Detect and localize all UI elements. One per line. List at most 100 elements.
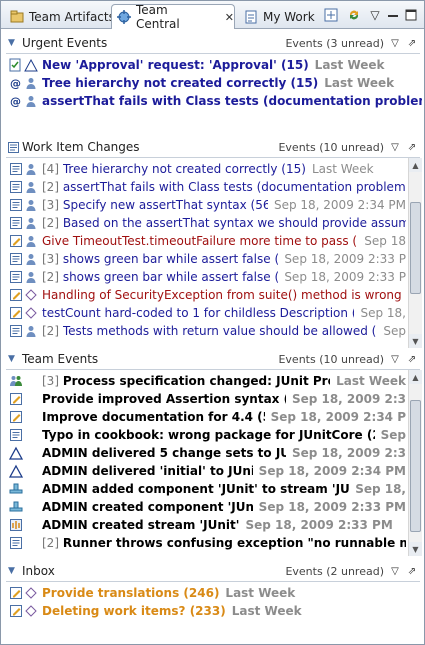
list-item[interactable]: testCount hard-coded to 1 for childless … bbox=[8, 304, 406, 322]
section-title: Work Item Changes bbox=[22, 140, 140, 154]
event-text: Provide translations (246) bbox=[42, 586, 220, 600]
list-item[interactable]: Give TimeoutTest.timeoutFailure more tim… bbox=[8, 232, 406, 250]
work-item-icon bbox=[8, 536, 23, 551]
event-time: Sep bbox=[383, 324, 406, 338]
scroll-down-arrow[interactable]: ▼ bbox=[409, 542, 422, 556]
stream-icon bbox=[8, 518, 23, 533]
list-item[interactable]: ADMIN delivered 5 change sets to JUnit S… bbox=[8, 444, 406, 462]
section-maximize-icon[interactable]: ⇗ bbox=[406, 566, 418, 577]
list-item[interactable]: Provide improved Assertion syntax (60) S… bbox=[8, 390, 406, 408]
event-time: Sep bbox=[380, 428, 406, 442]
section-header[interactable]: Work Item Changes Events (10 unread) ▽ ⇗ bbox=[4, 137, 422, 157]
refresh-icon[interactable] bbox=[346, 7, 362, 23]
event-text: shows green bar while assert false (42) bbox=[62, 270, 279, 284]
vertical-scrollbar[interactable]: ▲ ▼ bbox=[408, 370, 422, 556]
event-time: Sep 18, 2009 2:33 P bbox=[284, 252, 406, 266]
vertical-scrollbar[interactable]: ▲ ▼ bbox=[408, 158, 422, 348]
list-item[interactable]: [4] Tree hierarchy not created correctly… bbox=[8, 160, 406, 178]
section-menu-icon[interactable]: ▽ bbox=[389, 566, 401, 577]
list-item[interactable]: ADMIN created component 'JUnit' Sep 18, … bbox=[8, 498, 406, 516]
collapse-arrow-icon[interactable]: ▼ bbox=[8, 38, 20, 48]
maximize-icon[interactable] bbox=[403, 7, 419, 23]
list-item[interactable]: Handling of SecurityException from suite… bbox=[8, 286, 406, 304]
unread-count: Events (2 unread) bbox=[285, 564, 384, 578]
diamond-icon bbox=[23, 586, 38, 601]
change-count: [3] bbox=[42, 198, 59, 212]
event-time: Sep 18, 2009 2:34 PM bbox=[258, 464, 406, 478]
section-maximize-icon[interactable]: ⇗ bbox=[406, 38, 418, 49]
scroll-thumb[interactable] bbox=[410, 202, 421, 294]
event-text: Based on the assertThat syntax we should… bbox=[62, 216, 406, 230]
list-item[interactable]: [2] Runner throws confusing exception "n… bbox=[8, 534, 406, 552]
section-maximize-icon[interactable]: ⇗ bbox=[406, 142, 418, 153]
section-header[interactable]: ▼ Team Events Events (10 unread) ▽ ⇗ bbox=[4, 349, 422, 369]
scroll-down-arrow[interactable]: ▼ bbox=[409, 334, 422, 348]
minimize-icon[interactable] bbox=[385, 7, 401, 23]
add-section-icon[interactable] bbox=[323, 7, 339, 23]
list-item[interactable]: Improve documentation for 4.4 (55) Sep 1… bbox=[8, 408, 406, 426]
work-item-changes-section: Work Item Changes Events (10 unread) ▽ ⇗… bbox=[4, 137, 422, 348]
work-item-icon bbox=[8, 428, 23, 443]
scroll-thumb[interactable] bbox=[410, 400, 421, 532]
work-item-icon bbox=[8, 270, 23, 285]
component-icon bbox=[8, 482, 23, 497]
list-item[interactable]: @ assertThat fails with Class tests (doc… bbox=[8, 92, 423, 110]
event-time: Sep 18, 2009 2:3 bbox=[291, 392, 406, 406]
close-icon[interactable]: ✕ bbox=[225, 11, 234, 24]
list-item[interactable]: ADMIN added component 'JUnit' to stream … bbox=[8, 480, 406, 498]
list-item[interactable]: [3] shows green bar while assert false (… bbox=[8, 250, 406, 268]
section-maximize-icon[interactable]: ⇗ bbox=[406, 354, 418, 365]
section-title: Urgent Events bbox=[22, 36, 108, 50]
tab-label: My Work bbox=[263, 9, 315, 24]
user-icon bbox=[23, 234, 38, 249]
list-item[interactable]: [2] Based on the assertThat syntax we sh… bbox=[8, 214, 406, 232]
edit-task-icon bbox=[8, 410, 23, 425]
list-item[interactable]: Provide translations (246) Last Week bbox=[8, 584, 422, 602]
section-menu-icon[interactable]: ▽ bbox=[389, 38, 401, 49]
section-menu-icon[interactable]: ▽ bbox=[389, 142, 401, 153]
list-item[interactable]: [3] Process specification changed: JUnit… bbox=[8, 372, 406, 390]
unread-count: Events (10 unread) bbox=[278, 140, 384, 154]
list-item[interactable]: [2] Tests methods with return value shou… bbox=[8, 322, 406, 340]
team-central-icon bbox=[116, 9, 132, 25]
section-menu-icon[interactable]: ▽ bbox=[389, 354, 401, 365]
list-item[interactable]: @ Tree hierarchy not created correctly (… bbox=[8, 74, 422, 92]
list-item[interactable]: [2] shows green bar while assert false (… bbox=[8, 268, 406, 286]
list-item[interactable]: [2] assertThat fails with Class tests (d… bbox=[8, 178, 406, 196]
event-time: Last Week bbox=[311, 162, 374, 176]
event-time: Sep 18, 2009 2:34 PM bbox=[273, 198, 406, 212]
event-text: ADMIN delivered 5 change sets to JUnit bbox=[42, 446, 286, 460]
tab-team-artifacts[interactable]: Team Artifacts bbox=[5, 4, 115, 29]
tab-my-work[interactable]: My Work bbox=[239, 4, 315, 29]
change-count: [2] bbox=[42, 270, 59, 284]
scroll-up-arrow[interactable]: ▲ bbox=[409, 158, 422, 172]
list-item[interactable]: New 'Approval' request: 'Approval' (15) … bbox=[8, 56, 422, 74]
event-time: Sep 18, bbox=[355, 482, 406, 496]
list-item[interactable]: Typo in cookbook: wrong package for JUni… bbox=[8, 426, 406, 444]
inbox-section: ▼ Inbox Events (2 unread) ▽ ⇗ Provide tr… bbox=[4, 561, 422, 620]
collapse-arrow-icon[interactable]: ▼ bbox=[8, 566, 20, 576]
user-icon bbox=[23, 252, 38, 267]
list-item[interactable]: [3] Specify new assertThat syntax (56) S… bbox=[8, 196, 406, 214]
tab-team-central[interactable]: Team Central ✕ bbox=[111, 3, 235, 31]
event-text: Tree hierarchy not created correctly (15… bbox=[42, 76, 319, 90]
user-icon bbox=[23, 162, 38, 177]
view-menu-icon[interactable]: ▽ bbox=[367, 7, 383, 23]
tab-label: Team Central bbox=[136, 3, 180, 31]
event-text: assertThat fails with Class tests (docum… bbox=[42, 94, 422, 108]
collapse-arrow-icon[interactable]: ▼ bbox=[8, 354, 20, 364]
section-header[interactable]: ▼ Inbox Events (2 unread) ▽ ⇗ bbox=[4, 561, 422, 581]
change-count: [2] bbox=[42, 180, 59, 194]
list-item[interactable]: ADMIN delivered 'initial' to JUnit Sep 1… bbox=[8, 462, 406, 480]
unread-count: Events (10 unread) bbox=[278, 352, 384, 366]
list-item[interactable]: Deleting work items? (233) Last Week bbox=[8, 602, 422, 620]
event-text: Deleting work items? (233) bbox=[42, 604, 226, 618]
event-text: Improve documentation for 4.4 (55) bbox=[42, 410, 265, 424]
scroll-up-arrow[interactable]: ▲ bbox=[409, 370, 422, 384]
list-item[interactable]: ADMIN created stream 'JUnit' Sep 18, 200… bbox=[8, 516, 406, 534]
section-header[interactable]: ▼ Urgent Events Events (3 unread) ▽ ⇗ bbox=[4, 33, 422, 53]
